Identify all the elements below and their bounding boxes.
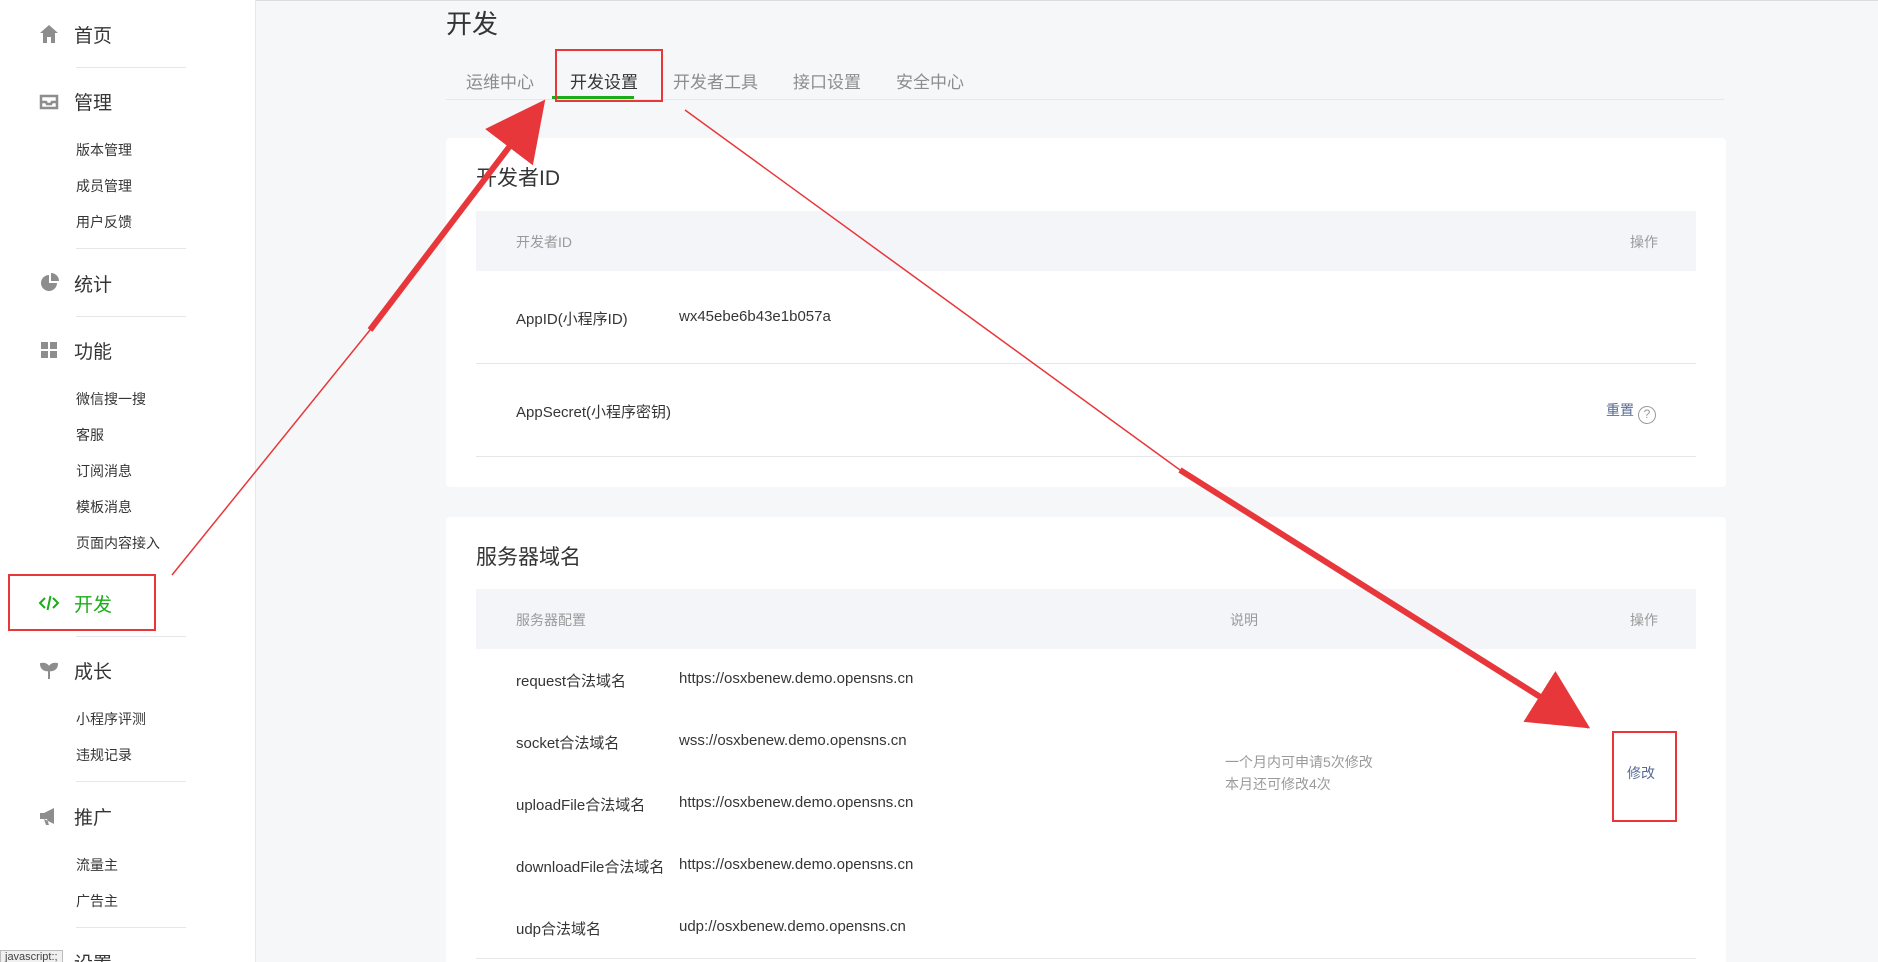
reset-link[interactable]: 重置: [1606, 402, 1634, 418]
page-title: 开发: [446, 9, 499, 39]
grid-icon: [38, 339, 60, 361]
divider: [76, 636, 186, 637]
developer-id-title: 开发者ID: [476, 167, 560, 190]
nav-sub-feedback[interactable]: 用户反馈: [76, 212, 132, 232]
developer-id-table-header: 开发者ID 操作: [476, 211, 1696, 271]
download-domain-label: downloadFile合法域名: [516, 859, 665, 876]
nav-stats[interactable]: 统计: [38, 265, 112, 301]
divider: [76, 781, 186, 782]
nav-sub-traffic[interactable]: 流量主: [76, 855, 118, 875]
socket-domain-value: wss://osxbenew.demo.opensns.cn: [679, 732, 907, 749]
nav-sub-evaluate[interactable]: 小程序评测: [76, 709, 146, 729]
help-icon[interactable]: ?: [1638, 406, 1656, 424]
upload-domain-label: uploadFile合法域名: [516, 797, 646, 814]
nav-promote-label: 推广: [74, 807, 113, 829]
megaphone-icon: [38, 805, 60, 827]
sprout-icon: [38, 659, 60, 681]
nav-home[interactable]: 首页: [38, 16, 112, 52]
header-action: 操作: [1630, 234, 1658, 250]
socket-domain-label: socket合法域名: [516, 735, 620, 752]
nav-sub-page-content[interactable]: 页面内容接入: [76, 533, 160, 553]
nav-settings-label: 设置: [74, 949, 112, 962]
nav-growth-label: 成长: [74, 661, 113, 683]
nav-sub-search[interactable]: 微信搜一搜: [76, 389, 146, 409]
nav-sub-violations[interactable]: 违规记录: [76, 745, 132, 765]
row-divider: [476, 958, 1696, 959]
home-icon: [38, 23, 60, 45]
tab-security-center[interactable]: 安全中心: [896, 68, 964, 93]
server-domain-card: 服务器域名 服务器配置 说明 操作 request合法域名 https://os…: [446, 517, 1726, 962]
header-action: 操作: [1630, 612, 1658, 628]
divider: [76, 316, 186, 317]
nav-sub-template[interactable]: 模板消息: [76, 497, 132, 517]
appid-value: wx45ebe6b43e1b057a: [679, 308, 831, 325]
annotation-box-develop: [8, 574, 156, 631]
divider: [76, 67, 186, 68]
divider: [76, 248, 186, 249]
sidebar: 首页 管理 版本管理 成员管理 用户反馈 统计 功能 微信搜一搜 客服 订阅消息…: [0, 0, 256, 962]
request-domain-label: request合法域名: [516, 673, 627, 690]
tab-ops-center[interactable]: 运维中心: [466, 68, 534, 93]
tab-dev-tools[interactable]: 开发者工具: [673, 68, 758, 93]
annotation-box-modify: [1612, 731, 1677, 822]
download-domain-value: https://osxbenew.demo.opensns.cn: [679, 856, 914, 873]
divider: [76, 927, 186, 928]
status-tooltip: javascript:;: [0, 950, 63, 962]
top-border: [0, 0, 1878, 1]
row-divider: [476, 456, 1696, 457]
request-domain-value: https://osxbenew.demo.opensns.cn: [679, 670, 914, 687]
nav-home-label: 首页: [74, 25, 113, 47]
nav-stats-label: 统计: [74, 274, 113, 296]
nav-features[interactable]: 功能: [38, 332, 112, 368]
nav-manage-label: 管理: [74, 92, 113, 114]
annotation-box-dev-settings: [555, 49, 663, 102]
udp-domain-value: udp://osxbenew.demo.opensns.cn: [679, 918, 906, 935]
header-server-config: 服务器配置: [516, 612, 586, 628]
developer-id-card: 开发者ID 开发者ID 操作 AppID(小程序ID) wx45ebe6b43e…: [446, 138, 1726, 487]
appsecret-label: AppSecret(小程序密钥): [516, 404, 672, 421]
upload-domain-value: https://osxbenew.demo.opensns.cn: [679, 794, 914, 811]
udp-domain-label: udp合法域名: [516, 921, 602, 938]
nav-sub-service[interactable]: 客服: [76, 425, 104, 445]
tab-api-settings[interactable]: 接口设置: [793, 68, 861, 93]
appsecret-actions: 重置?: [1606, 400, 1656, 424]
nav-manage[interactable]: 管理: [38, 83, 112, 119]
server-domain-title: 服务器域名: [476, 546, 581, 569]
nav-sub-version[interactable]: 版本管理: [76, 140, 132, 160]
inbox-icon: [38, 90, 60, 112]
row-divider: [476, 363, 1696, 364]
desc-monthly-limit: 一个月内可申请5次修改: [1225, 754, 1373, 770]
nav-growth[interactable]: 成长: [38, 652, 112, 688]
nav-sub-subscribe[interactable]: 订阅消息: [76, 461, 132, 481]
pie-chart-icon: [38, 272, 60, 294]
header-description: 说明: [1230, 612, 1258, 628]
nav-promote[interactable]: 推广: [38, 798, 112, 834]
header-developer-id: 开发者ID: [516, 234, 572, 250]
desc-remaining: 本月还可修改4次: [1225, 776, 1331, 792]
appid-label: AppID(小程序ID): [516, 311, 628, 328]
nav-sub-advertiser[interactable]: 广告主: [76, 891, 118, 911]
nav-features-label: 功能: [74, 341, 113, 363]
server-domain-table-header: 服务器配置 说明 操作: [476, 589, 1696, 649]
nav-sub-members[interactable]: 成员管理: [76, 176, 132, 196]
